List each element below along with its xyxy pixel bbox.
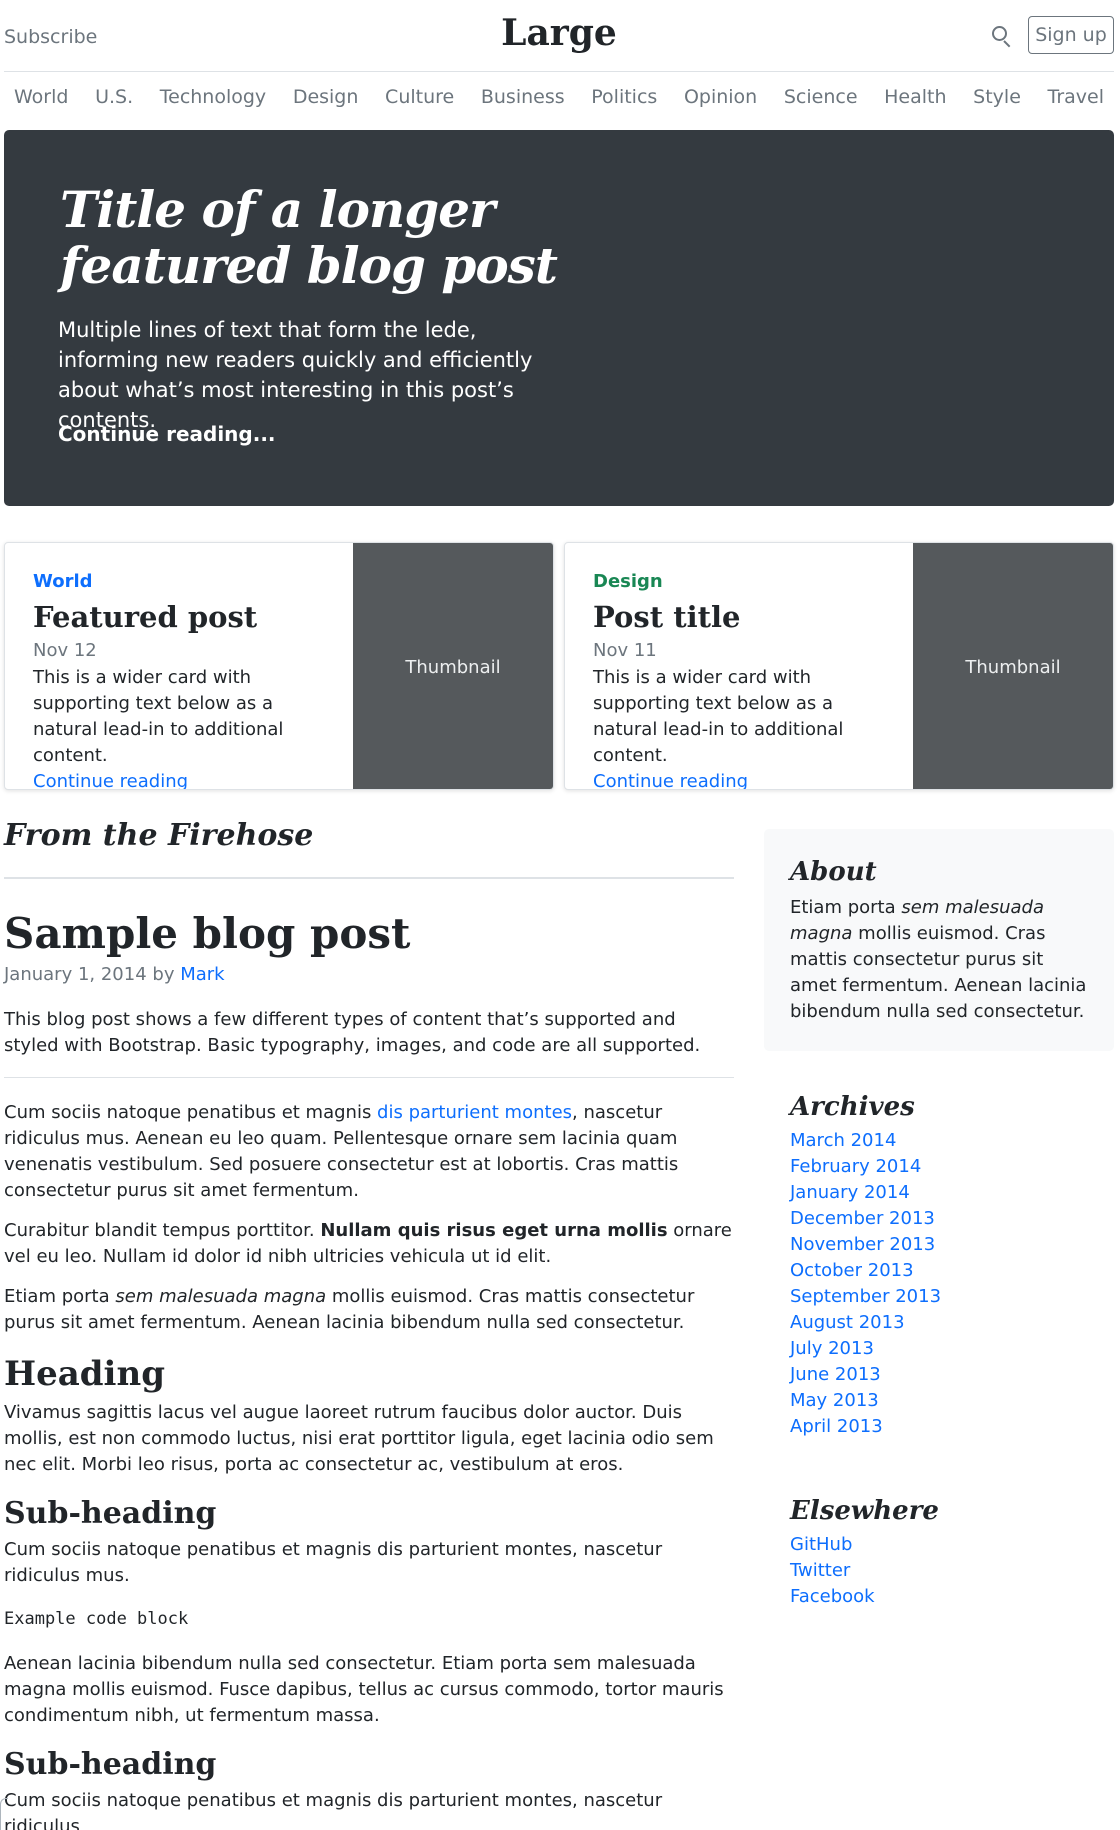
archive-link[interactable]: February 2014: [790, 1154, 1110, 1180]
card-category: Design: [593, 571, 663, 592]
archive-link[interactable]: April 2013: [790, 1414, 1110, 1440]
nav-item-world[interactable]: World: [14, 86, 68, 108]
card-thumbnail: Thumbnail: [353, 543, 553, 789]
archive-link[interactable]: July 2013: [790, 1336, 1110, 1362]
window-edge: [0, 1798, 8, 1830]
about-title: About: [790, 857, 877, 887]
post-paragraph: Cum sociis natoque penatibus et magnis d…: [4, 1539, 663, 1586]
post-date: January 1, 2014: [4, 964, 147, 985]
archive-link[interactable]: May 2013: [790, 1388, 1110, 1414]
archives-title: Archives: [790, 1092, 915, 1122]
featured-jumbotron: Title of a longer featured blog post Mult…: [4, 130, 1114, 506]
elsewhere-list: GitHub Twitter Facebook: [790, 1532, 1110, 1610]
post-paragraph: Cum sociis natoque penatibus et magnis d…: [4, 1102, 679, 1201]
card-text: This is a wider card with supporting tex…: [593, 667, 844, 766]
post-paragraph: Curabitur blandit tempus porttitor. Null…: [4, 1220, 732, 1267]
card-category: World: [33, 571, 93, 592]
archive-link[interactable]: October 2013: [790, 1258, 1110, 1284]
card-continue-link[interactable]: Continue reading: [33, 771, 188, 789]
card-date: Nov 12: [33, 640, 97, 661]
archive-link[interactable]: June 2013: [790, 1362, 1110, 1388]
site-brand[interactable]: Large: [4, 12, 1114, 54]
nav-item-technology[interactable]: Technology: [160, 86, 266, 108]
nav-item-travel[interactable]: Travel: [1048, 86, 1104, 108]
post-by: by: [152, 964, 175, 985]
card-date: Nov 11: [593, 640, 657, 661]
card-title: Featured post: [33, 600, 258, 634]
nav-item-opinion[interactable]: Opinion: [684, 86, 757, 108]
post-paragraph: Cum sociis natoque penatibus et magnis d…: [4, 1790, 663, 1830]
nav-item-health[interactable]: Health: [884, 86, 946, 108]
sign-up-button[interactable]: Sign up: [1028, 16, 1114, 54]
post-paragraph: Vivamus sagittis lacus vel augue laoreet…: [4, 1402, 714, 1475]
card-thumbnail: Thumbnail: [913, 543, 1113, 789]
site-header: Subscribe Large Sign up: [4, 0, 1114, 72]
post-author-link[interactable]: Mark: [180, 964, 224, 985]
featured-title: Title of a longer featured blog post: [60, 180, 558, 295]
archive-link[interactable]: December 2013: [790, 1206, 1110, 1232]
post-paragraph: Aenean lacinia bibendum nulla sed consec…: [4, 1653, 724, 1726]
archive-link[interactable]: January 2014: [790, 1180, 1110, 1206]
card-post-title: Design Post title Nov 11 This is a wider…: [564, 542, 1114, 790]
elsewhere-link-twitter[interactable]: Twitter: [790, 1558, 1110, 1584]
nav-item-style[interactable]: Style: [973, 86, 1021, 108]
post-subheading: Sub-heading: [4, 1496, 217, 1531]
category-nav: World U.S. Technology Design Culture Business…: [4, 72, 1114, 122]
elsewhere-title: Elsewhere: [790, 1496, 939, 1526]
nav-item-business[interactable]: Business: [481, 86, 565, 108]
sidebar-about: About Etiam porta sem malesuada magna mo…: [764, 829, 1114, 1051]
archives-list: March 2014 February 2014 January 2014 Decem…: [790, 1128, 1110, 1440]
card-text: This is a wider card with supporting tex…: [33, 667, 284, 766]
nav-item-u-s[interactable]: U.S.: [95, 86, 133, 108]
featured-continue-link[interactable]: Continue reading...: [58, 422, 276, 446]
inline-link[interactable]: dis parturient montes: [377, 1102, 572, 1123]
post-subheading: Sub-heading: [4, 1747, 217, 1782]
card-continue-link[interactable]: Continue reading: [593, 771, 748, 789]
sidebar-archives: Archives March 2014 February 2014 January …: [790, 1092, 1110, 1440]
code-block: Example code block: [4, 1609, 189, 1629]
archive-link[interactable]: September 2013: [790, 1284, 1110, 1310]
post-paragraph: Etiam porta sem malesuada magna mollis e…: [4, 1286, 695, 1333]
nav-item-design[interactable]: Design: [293, 86, 359, 108]
card-featured-post: World Featured post Nov 12 This is a wid…: [4, 542, 554, 790]
nav-item-science[interactable]: Science: [784, 86, 858, 108]
post-intro: This blog post shows a few different typ…: [4, 1009, 701, 1056]
main-column: From the Firehose Sample blog post Janua…: [4, 818, 734, 1830]
nav-item-politics[interactable]: Politics: [591, 86, 657, 108]
post-heading: Heading: [4, 1354, 165, 1394]
search-icon[interactable]: [992, 26, 1012, 48]
archive-link[interactable]: August 2013: [790, 1310, 1110, 1336]
nav-item-culture[interactable]: Culture: [385, 86, 454, 108]
divider: [4, 1077, 734, 1078]
featured-lede: Multiple lines of text that form the led…: [58, 318, 533, 432]
elsewhere-link-github[interactable]: GitHub: [790, 1532, 1110, 1558]
post-title: Sample blog post: [4, 909, 411, 958]
post-meta: January 1, 2014 by Mark: [4, 964, 734, 985]
sidebar-elsewhere: Elsewhere GitHub Twitter Facebook: [790, 1496, 1110, 1610]
elsewhere-link-facebook[interactable]: Facebook: [790, 1584, 1110, 1610]
section-title: From the Firehose: [4, 818, 734, 879]
card-title: Post title: [593, 600, 741, 634]
archive-link[interactable]: November 2013: [790, 1232, 1110, 1258]
about-text: Etiam porta sem malesuada magna mollis e…: [790, 897, 1087, 1022]
archive-link[interactable]: March 2014: [790, 1128, 1110, 1154]
